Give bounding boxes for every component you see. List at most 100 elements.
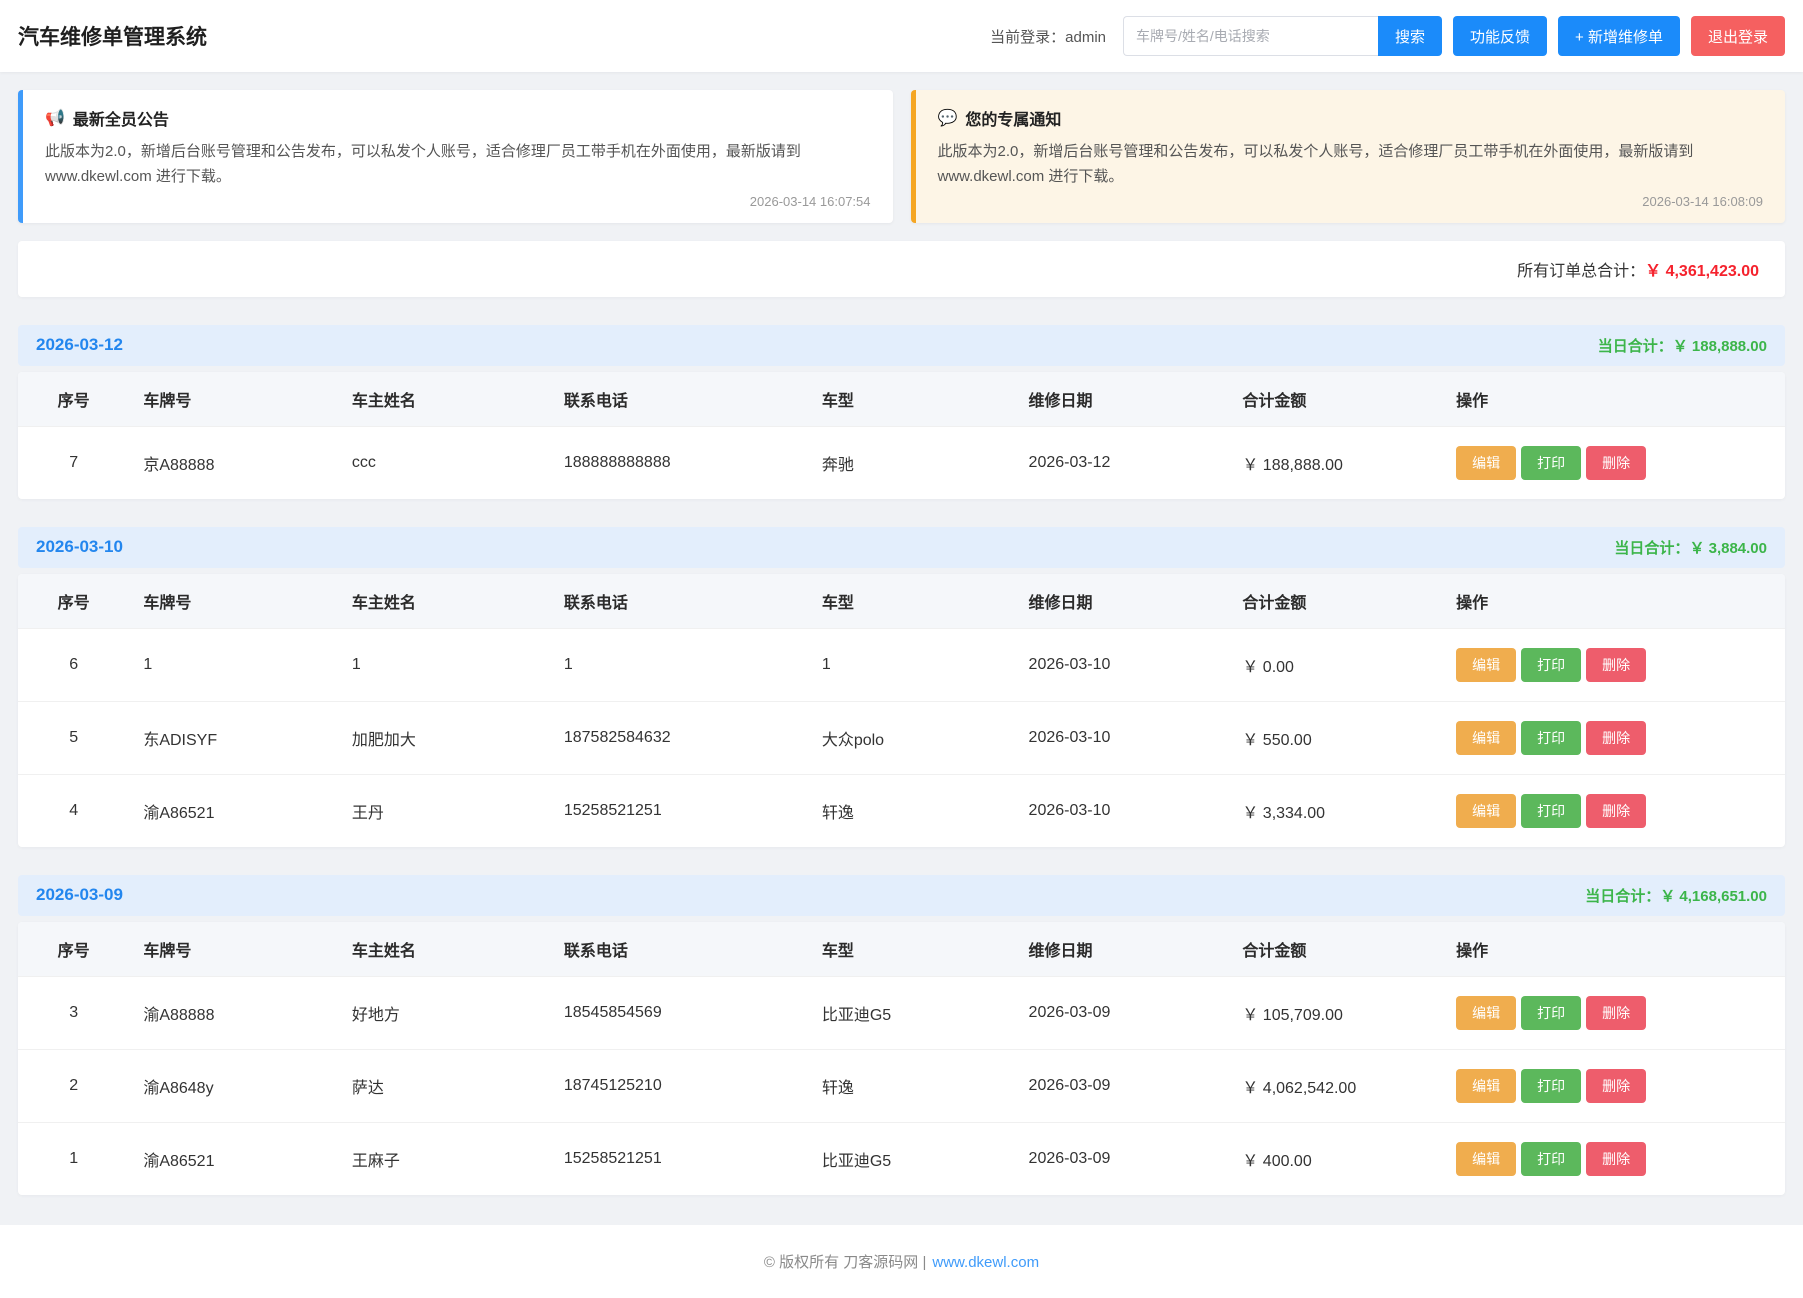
- delete-button[interactable]: 删除: [1586, 648, 1646, 682]
- order-row: 4渝A86521王丹15258521251轩逸2026-03-10￥ 3,334…: [18, 774, 1785, 847]
- cell-phone: 18745125210: [550, 1049, 808, 1122]
- column-header: 序号: [18, 922, 129, 977]
- edit-button[interactable]: 编辑: [1456, 446, 1516, 480]
- column-header: 操作: [1442, 922, 1785, 977]
- search-button[interactable]: 搜索: [1378, 16, 1442, 56]
- print-button[interactable]: 打印: [1521, 446, 1581, 480]
- day-total-amount: ￥ 188,888.00: [1673, 338, 1767, 355]
- delete-button[interactable]: 删除: [1586, 446, 1646, 480]
- column-header: 联系电话: [550, 372, 808, 427]
- column-header: 维修日期: [1015, 922, 1229, 977]
- column-header: 车牌号: [129, 922, 338, 977]
- current-login-user: admin: [1065, 29, 1106, 46]
- column-header: 合计金额: [1228, 574, 1442, 629]
- cell-date: 2026-03-10: [1015, 774, 1229, 847]
- day-total-label: 当日合计：: [1585, 888, 1660, 905]
- search-input[interactable]: [1123, 16, 1378, 56]
- edit-button[interactable]: 编辑: [1456, 996, 1516, 1030]
- cell-phone: 1: [550, 628, 808, 701]
- print-button[interactable]: 打印: [1521, 1142, 1581, 1176]
- delete-button[interactable]: 删除: [1586, 996, 1646, 1030]
- cell-owner: 萨达: [338, 1049, 550, 1122]
- column-header: 车型: [808, 372, 1015, 427]
- cell-owner: 王麻子: [338, 1122, 550, 1195]
- cell-phone: 15258521251: [550, 774, 808, 847]
- topbar-controls: 当前登录：admin 搜索 功能反馈 + 新增维修单 退出登录: [990, 16, 1785, 56]
- column-header: 车主姓名: [338, 922, 550, 977]
- personal-notice-card: 💬 您的专属通知 此版本为2.0，新增后台账号管理和公告发布，可以私发个人账号，…: [911, 90, 1786, 223]
- cell-owner: 好地方: [338, 976, 550, 1049]
- cell-plate: 渝A86521: [129, 774, 338, 847]
- print-button[interactable]: 打印: [1521, 648, 1581, 682]
- cell-owner: 1: [338, 628, 550, 701]
- column-header: 联系电话: [550, 574, 808, 629]
- day-total-amount: ￥ 3,884.00: [1689, 540, 1767, 557]
- print-button[interactable]: 打印: [1521, 1069, 1581, 1103]
- announcement-body: 此版本为2.0，新增后台账号管理和公告发布，可以私发个人账号，适合修理厂员工带手…: [45, 140, 871, 190]
- day-total-label: 当日合计：: [1614, 540, 1689, 557]
- cell-phone: 15258521251: [550, 1122, 808, 1195]
- print-button[interactable]: 打印: [1521, 996, 1581, 1030]
- order-row: 3渝A88888好地方18545854569比亚迪G52026-03-09￥ 1…: [18, 976, 1785, 1049]
- cell-seq: 7: [18, 426, 129, 499]
- delete-button[interactable]: 删除: [1586, 1069, 1646, 1103]
- edit-button[interactable]: 编辑: [1456, 648, 1516, 682]
- cell-plate: 1: [129, 628, 338, 701]
- edit-button[interactable]: 编辑: [1456, 794, 1516, 828]
- topbar: 汽车维修单管理系统 当前登录：admin 搜索 功能反馈 + 新增维修单 退出登…: [0, 0, 1803, 72]
- column-header: 车主姓名: [338, 574, 550, 629]
- footer-link[interactable]: www.dkewl.com: [932, 1254, 1039, 1271]
- cell-model: 轩逸: [808, 1049, 1015, 1122]
- print-button[interactable]: 打印: [1521, 794, 1581, 828]
- grand-total-label: 所有订单总合计：: [1517, 263, 1645, 280]
- table-header-row: 序号车牌号车主姓名联系电话车型维修日期合计金额操作: [18, 372, 1785, 427]
- edit-button[interactable]: 编辑: [1456, 1069, 1516, 1103]
- delete-button[interactable]: 删除: [1586, 794, 1646, 828]
- footer: © 版权所有 刀客源码网 |www.dkewl.com: [0, 1225, 1803, 1298]
- speech-bubble-icon: 💬: [938, 108, 958, 128]
- edit-button[interactable]: 编辑: [1456, 1142, 1516, 1176]
- row-actions: 编辑打印删除: [1442, 1049, 1785, 1122]
- add-repair-order-button[interactable]: + 新增维修单: [1558, 16, 1680, 56]
- cell-model: 比亚迪G5: [808, 976, 1015, 1049]
- row-actions: 编辑打印删除: [1442, 628, 1785, 701]
- order-row: 5东ADISYF加肥加大187582584632大众polo2026-03-10…: [18, 701, 1785, 774]
- cell-date: 2026-03-10: [1015, 628, 1229, 701]
- notices: 📢 最新全员公告 此版本为2.0，新增后台账号管理和公告发布，可以私发个人账号，…: [18, 90, 1785, 223]
- order-row: 1渝A86521王麻子15258521251比亚迪G52026-03-09￥ 4…: [18, 1122, 1785, 1195]
- order-group: 2026-03-12 当日合计：￥ 188,888.00 序号车牌号车主姓名联系电话…: [18, 325, 1785, 499]
- edit-button[interactable]: 编辑: [1456, 721, 1516, 755]
- column-header: 车型: [808, 922, 1015, 977]
- date-group-header: 2026-03-09当日合计：￥ 4,168,651.00: [18, 875, 1785, 916]
- column-header: 操作: [1442, 372, 1785, 427]
- cell-amount: ￥ 0.00: [1228, 628, 1442, 701]
- personal-notice-title-row: 💬 您的专属通知: [938, 106, 1764, 130]
- personal-notice-timestamp: 2026-03-14 16:08:09: [938, 194, 1764, 213]
- cell-plate: 京A88888: [129, 426, 338, 499]
- day-total-amount: ￥ 4,168,651.00: [1660, 888, 1767, 905]
- column-header: 合计金额: [1228, 372, 1442, 427]
- order-row: 7京A88888ccc188888888888奔驰2026-03-12￥ 188…: [18, 426, 1785, 499]
- personal-notice-title: 您的专属通知: [965, 106, 1061, 130]
- print-button[interactable]: 打印: [1521, 721, 1581, 755]
- date-group-header: 2026-03-12 当日合计：￥ 188,888.00: [18, 325, 1785, 366]
- order-group: 2026-03-09当日合计：￥ 4,168,651.00 序号车牌号车主姓名联系…: [18, 875, 1785, 1195]
- logout-button[interactable]: 退出登录: [1691, 16, 1785, 56]
- column-header: 合计金额: [1228, 922, 1442, 977]
- feedback-button[interactable]: 功能反馈: [1453, 16, 1547, 56]
- column-header: 操作: [1442, 574, 1785, 629]
- order-row: 611112026-03-10￥ 0.00编辑打印删除: [18, 628, 1785, 701]
- grand-total-bar: 所有订单总合计：￥ 4,361,423.00: [18, 241, 1785, 297]
- cell-amount: ￥ 550.00: [1228, 701, 1442, 774]
- delete-button[interactable]: 删除: [1586, 721, 1646, 755]
- delete-button[interactable]: 删除: [1586, 1142, 1646, 1176]
- current-login: 当前登录：admin: [990, 26, 1106, 47]
- current-login-label: 当前登录：: [990, 29, 1065, 46]
- group-date-label: 2026-03-12: [36, 335, 123, 355]
- order-group: 2026-03-10当日合计：￥ 3,884.00序号车牌号车主姓名联系电话车型…: [18, 527, 1785, 847]
- day-total: 当日合计：￥ 3,884.00: [1614, 537, 1767, 558]
- row-actions: 编辑打印删除: [1442, 774, 1785, 847]
- search-group: 搜索: [1123, 16, 1442, 56]
- day-total-label: 当日合计：: [1598, 338, 1673, 355]
- orders-table-card: 序号车牌号车主姓名联系电话车型维修日期合计金额操作3渝A88888好地方1854…: [18, 922, 1785, 1195]
